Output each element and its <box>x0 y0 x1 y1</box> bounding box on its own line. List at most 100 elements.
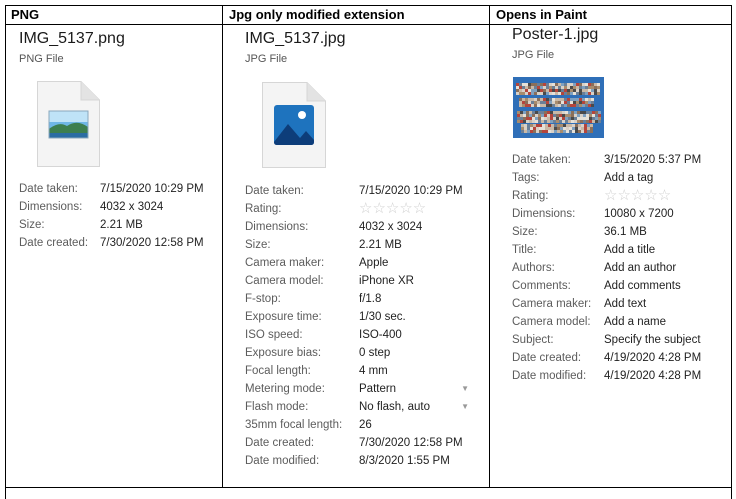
property-value: 36.1 MB <box>604 226 647 238</box>
title-field[interactable]: Add a title <box>604 241 655 259</box>
property-camera-model: Camera model: Add a name <box>512 313 701 331</box>
property-label: Camera model: <box>512 316 591 328</box>
property-exposure-bias: Exposure bias: 0 step <box>245 344 469 362</box>
property-label: Rating: <box>245 203 282 215</box>
file-type: JPG File <box>512 49 555 61</box>
property-rating: Rating: ☆☆☆☆☆ <box>512 187 701 205</box>
property-value: Pattern <box>359 383 397 395</box>
property-label: Flash mode: <box>245 401 309 413</box>
property-subject: Subject: Specify the subject <box>512 331 701 349</box>
property-label: Size: <box>19 219 45 231</box>
property-value[interactable]: 0 step <box>359 344 469 362</box>
property-value: 7/30/2020 12:58 PM <box>359 437 463 449</box>
property-label: Exposure time: <box>245 311 322 323</box>
flash-mode-select[interactable]: No flash, auto ▼ <box>359 398 469 416</box>
authors-field[interactable]: Add an author <box>604 259 676 277</box>
subject-field[interactable]: Specify the subject <box>604 331 701 349</box>
property-date-created: Date created: 7/30/2020 12:58 PM <box>245 434 469 452</box>
rating-stars[interactable]: ☆☆☆☆☆ <box>359 200 469 218</box>
property-value: 4032 x 3024 <box>100 201 164 213</box>
property-value: 2.21 MB <box>359 239 402 251</box>
property-value: 7/15/2020 10:29 PM <box>359 185 463 197</box>
property-value: 7/15/2020 10:29 PM <box>100 183 204 195</box>
property-value: 7/30/2020 12:58 PM <box>100 237 204 249</box>
table-border-right <box>731 5 732 499</box>
property-date-created: Date created: 7/30/2020 12:58 PM <box>19 234 204 252</box>
table-border-left <box>5 5 6 499</box>
poster-thumbnail[interactable] <box>513 77 604 138</box>
chevron-down-icon[interactable]: ▼ <box>461 380 469 398</box>
jpg-file-icon[interactable] <box>262 82 326 168</box>
property-authors: Authors: Add an author <box>512 259 701 277</box>
file-name: Poster-1.jpg <box>512 26 599 43</box>
property-dimensions: Dimensions: 10080 x 7200 <box>512 205 701 223</box>
camera-model-field[interactable]: Add a name <box>604 313 666 331</box>
property-date-taken: Date taken: 7/15/2020 10:29 PM <box>19 180 204 198</box>
property-value: 4032 x 3024 <box>359 221 423 233</box>
property-label: Dimensions: <box>245 221 309 233</box>
property-camera-model: Camera model: iPhone XR <box>245 272 469 290</box>
header-opens-in-paint: Opens in Paint <box>496 7 588 22</box>
property-label: Size: <box>245 239 271 251</box>
property-value[interactable]: iPhone XR <box>359 272 469 290</box>
property-label: Focal length: <box>245 365 311 377</box>
rating-stars[interactable]: ☆☆☆☆☆ <box>604 187 671 205</box>
property-value[interactable]: 26 <box>359 416 469 434</box>
property-comments: Comments: Add comments <box>512 277 701 295</box>
header-jpg-modified: Jpg only modified extension <box>229 7 405 22</box>
tags-field[interactable]: Add a tag <box>604 169 653 187</box>
file-type: JPG File <box>245 53 288 65</box>
property-label: Date taken: <box>19 183 78 195</box>
property-label: Date created: <box>245 437 315 449</box>
property-label: Date modified: <box>245 455 320 467</box>
property-label: Date created: <box>512 352 582 364</box>
property-label: ISO speed: <box>245 329 303 341</box>
property-list: Date taken: 7/15/2020 10:29 PM Dimensions… <box>19 180 204 252</box>
property-dimensions: Dimensions: 4032 x 3024 <box>19 198 204 216</box>
property-date-modified: Date modified: 8/3/2020 1:55 PM <box>245 452 469 470</box>
property-size: Size: 2.21 MB <box>245 236 469 254</box>
property-label: Date created: <box>19 237 89 249</box>
property-label: Subject: <box>512 334 554 346</box>
comments-field[interactable]: Add comments <box>604 277 681 295</box>
property-exposure-time: Exposure time: 1/30 sec. <box>245 308 469 326</box>
column-divider-1 <box>222 5 223 488</box>
header-png: PNG <box>11 7 40 22</box>
table-border-top <box>5 5 732 6</box>
property-label: Camera maker: <box>512 298 592 310</box>
property-label: Date taken: <box>512 154 571 166</box>
file-name: IMG_5137.png <box>19 30 125 47</box>
property-flash-mode: Flash mode: No flash, auto ▼ <box>245 398 469 416</box>
property-date-modified: Date modified: 4/19/2020 4:28 PM <box>512 367 701 385</box>
property-rating: Rating: ☆☆☆☆☆ <box>245 200 469 218</box>
chevron-down-icon[interactable]: ▼ <box>461 398 469 416</box>
property-title: Title: Add a title <box>512 241 701 259</box>
property-value[interactable]: f/1.8 <box>359 290 469 308</box>
property-size: Size: 2.21 MB <box>19 216 204 234</box>
property-camera-maker: Camera maker: Apple <box>245 254 469 272</box>
property-label: Date modified: <box>512 370 587 382</box>
property-list: Date taken: 3/15/2020 5:37 PM Tags: Add a … <box>512 151 701 385</box>
png-file-icon[interactable] <box>37 81 100 167</box>
property-value: No flash, auto <box>359 401 430 413</box>
property-f-stop: F-stop: f/1.8 <box>245 290 469 308</box>
property-35mm-focal-length: 35mm focal length: 26 <box>245 416 469 434</box>
property-metering-mode: Metering mode: Pattern ▼ <box>245 380 469 398</box>
property-tags: Tags: Add a tag <box>512 169 701 187</box>
comparison-table: PNG Jpg only modified extension Opens in… <box>0 0 736 499</box>
property-date-taken: Date taken: 7/15/2020 10:29 PM <box>245 182 469 200</box>
metering-mode-select[interactable]: Pattern ▼ <box>359 380 469 398</box>
property-value[interactable]: ISO-400 <box>359 326 469 344</box>
property-value[interactable]: Apple <box>359 254 469 272</box>
header-divider <box>5 24 732 25</box>
property-value: 4/19/2020 4:28 PM <box>604 352 702 364</box>
property-camera-maker: Camera maker: Add text <box>512 295 701 313</box>
property-value[interactable]: 4 mm <box>359 362 469 380</box>
property-label: Date taken: <box>245 185 304 197</box>
property-label: Authors: <box>512 262 555 274</box>
property-label: Size: <box>512 226 538 238</box>
property-date-created: Date created: 4/19/2020 4:28 PM <box>512 349 701 367</box>
property-value[interactable]: 1/30 sec. <box>359 308 469 326</box>
camera-maker-field[interactable]: Add text <box>604 295 646 313</box>
file-name: IMG_5137.jpg <box>245 30 346 47</box>
